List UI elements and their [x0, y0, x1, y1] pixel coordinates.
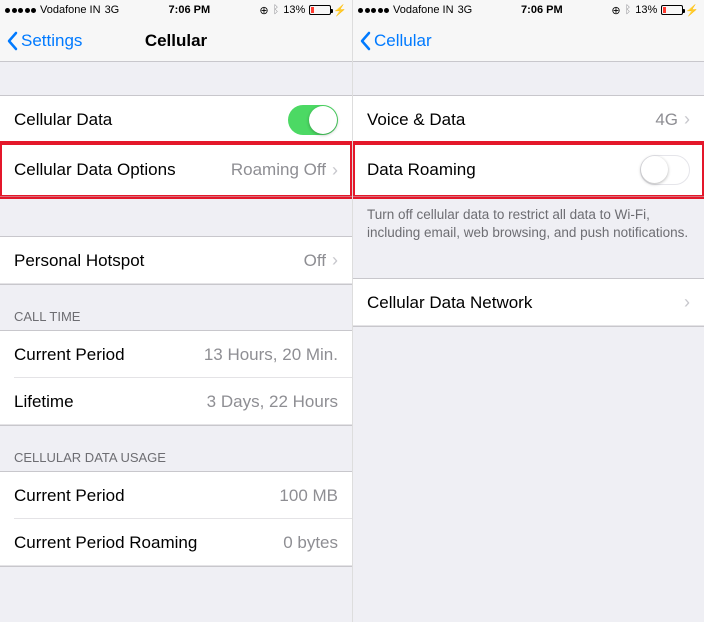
screen-cellular: Vodafone IN 3G 7:06 PM ⊕ ᛒ 13% ⚡ Setting…	[0, 0, 352, 622]
cellular-data-options-label: Cellular Data Options	[14, 160, 231, 180]
usage-roaming-value: 0 bytes	[283, 533, 338, 553]
battery-percent: 13%	[283, 4, 305, 16]
call-current-row: Current Period 13 Hours, 20 Min.	[0, 331, 352, 378]
cellular-data-options-value: Roaming Off	[231, 160, 326, 180]
call-current-value: 13 Hours, 20 Min.	[204, 345, 338, 365]
cellular-data-label: Cellular Data	[14, 110, 288, 130]
network-label: 3G	[458, 4, 473, 16]
data-roaming-toggle[interactable]	[640, 155, 690, 185]
signal-icon	[358, 8, 389, 13]
nav-bar: Cellular	[353, 20, 704, 62]
cellular-data-row[interactable]: Cellular Data	[0, 96, 352, 143]
voice-data-label: Voice & Data	[367, 110, 655, 130]
page-title: Cellular	[145, 31, 207, 51]
carrier-label: Vodafone IN	[393, 4, 454, 16]
back-button[interactable]: Cellular	[359, 31, 432, 51]
data-roaming-row[interactable]: Data Roaming	[353, 143, 704, 197]
usage-current-label: Current Period	[14, 486, 279, 506]
back-label: Settings	[21, 31, 82, 51]
bluetooth-icon: ᛒ	[625, 4, 632, 16]
call-lifetime-value: 3 Days, 22 Hours	[207, 392, 338, 412]
cellular-data-network-row[interactable]: Cellular Data Network ›	[353, 279, 704, 326]
rotation-lock-icon: ⊕	[611, 4, 620, 17]
battery-percent: 13%	[635, 4, 657, 16]
usage-current-value: 100 MB	[279, 486, 338, 506]
cellular-data-toggle[interactable]	[288, 105, 338, 135]
nav-bar: Settings Cellular	[0, 20, 352, 62]
personal-hotspot-row[interactable]: Personal Hotspot Off ›	[0, 237, 352, 284]
personal-hotspot-label: Personal Hotspot	[14, 251, 304, 271]
carrier-label: Vodafone IN	[40, 4, 101, 16]
call-lifetime-label: Lifetime	[14, 392, 207, 412]
back-button[interactable]: Settings	[6, 31, 82, 51]
back-label: Cellular	[374, 31, 432, 51]
chevron-right-icon: ›	[332, 250, 338, 271]
usage-header: CELLULAR DATA USAGE	[0, 426, 352, 471]
chevron-right-icon: ›	[332, 160, 338, 181]
network-label: 3G	[105, 4, 120, 16]
call-lifetime-row: Lifetime 3 Days, 22 Hours	[0, 378, 352, 425]
usage-current-row: Current Period 100 MB	[0, 472, 352, 519]
bluetooth-icon: ᛒ	[273, 4, 280, 16]
status-bar: Vodafone IN 3G 7:06 PM ⊕ ᛒ 13% ⚡	[353, 0, 704, 20]
status-time: 7:06 PM	[169, 4, 211, 16]
call-current-label: Current Period	[14, 345, 204, 365]
chevron-right-icon: ›	[684, 109, 690, 130]
rotation-lock-icon: ⊕	[259, 4, 268, 17]
signal-icon	[5, 8, 36, 13]
cellular-data-options-row[interactable]: Cellular Data Options Roaming Off ›	[0, 143, 352, 197]
roaming-footer: Turn off cellular data to restrict all d…	[353, 198, 704, 248]
usage-roaming-row: Current Period Roaming 0 bytes	[0, 519, 352, 566]
chevron-right-icon: ›	[684, 292, 690, 313]
status-time: 7:06 PM	[521, 4, 563, 16]
usage-roaming-label: Current Period Roaming	[14, 533, 283, 553]
cellular-data-network-label: Cellular Data Network	[367, 293, 684, 313]
charging-icon: ⚡	[685, 4, 699, 17]
screen-cellular-options: Vodafone IN 3G 7:06 PM ⊕ ᛒ 13% ⚡ Cellula…	[352, 0, 704, 622]
battery-icon	[661, 5, 683, 15]
battery-icon	[309, 5, 331, 15]
status-bar: Vodafone IN 3G 7:06 PM ⊕ ᛒ 13% ⚡	[0, 0, 352, 20]
voice-data-row[interactable]: Voice & Data 4G ›	[353, 96, 704, 143]
call-time-header: CALL TIME	[0, 285, 352, 330]
data-roaming-label: Data Roaming	[367, 160, 640, 180]
voice-data-value: 4G	[655, 110, 678, 130]
personal-hotspot-value: Off	[304, 251, 326, 271]
chevron-left-icon	[359, 31, 371, 51]
chevron-left-icon	[6, 31, 18, 51]
charging-icon: ⚡	[333, 4, 347, 17]
